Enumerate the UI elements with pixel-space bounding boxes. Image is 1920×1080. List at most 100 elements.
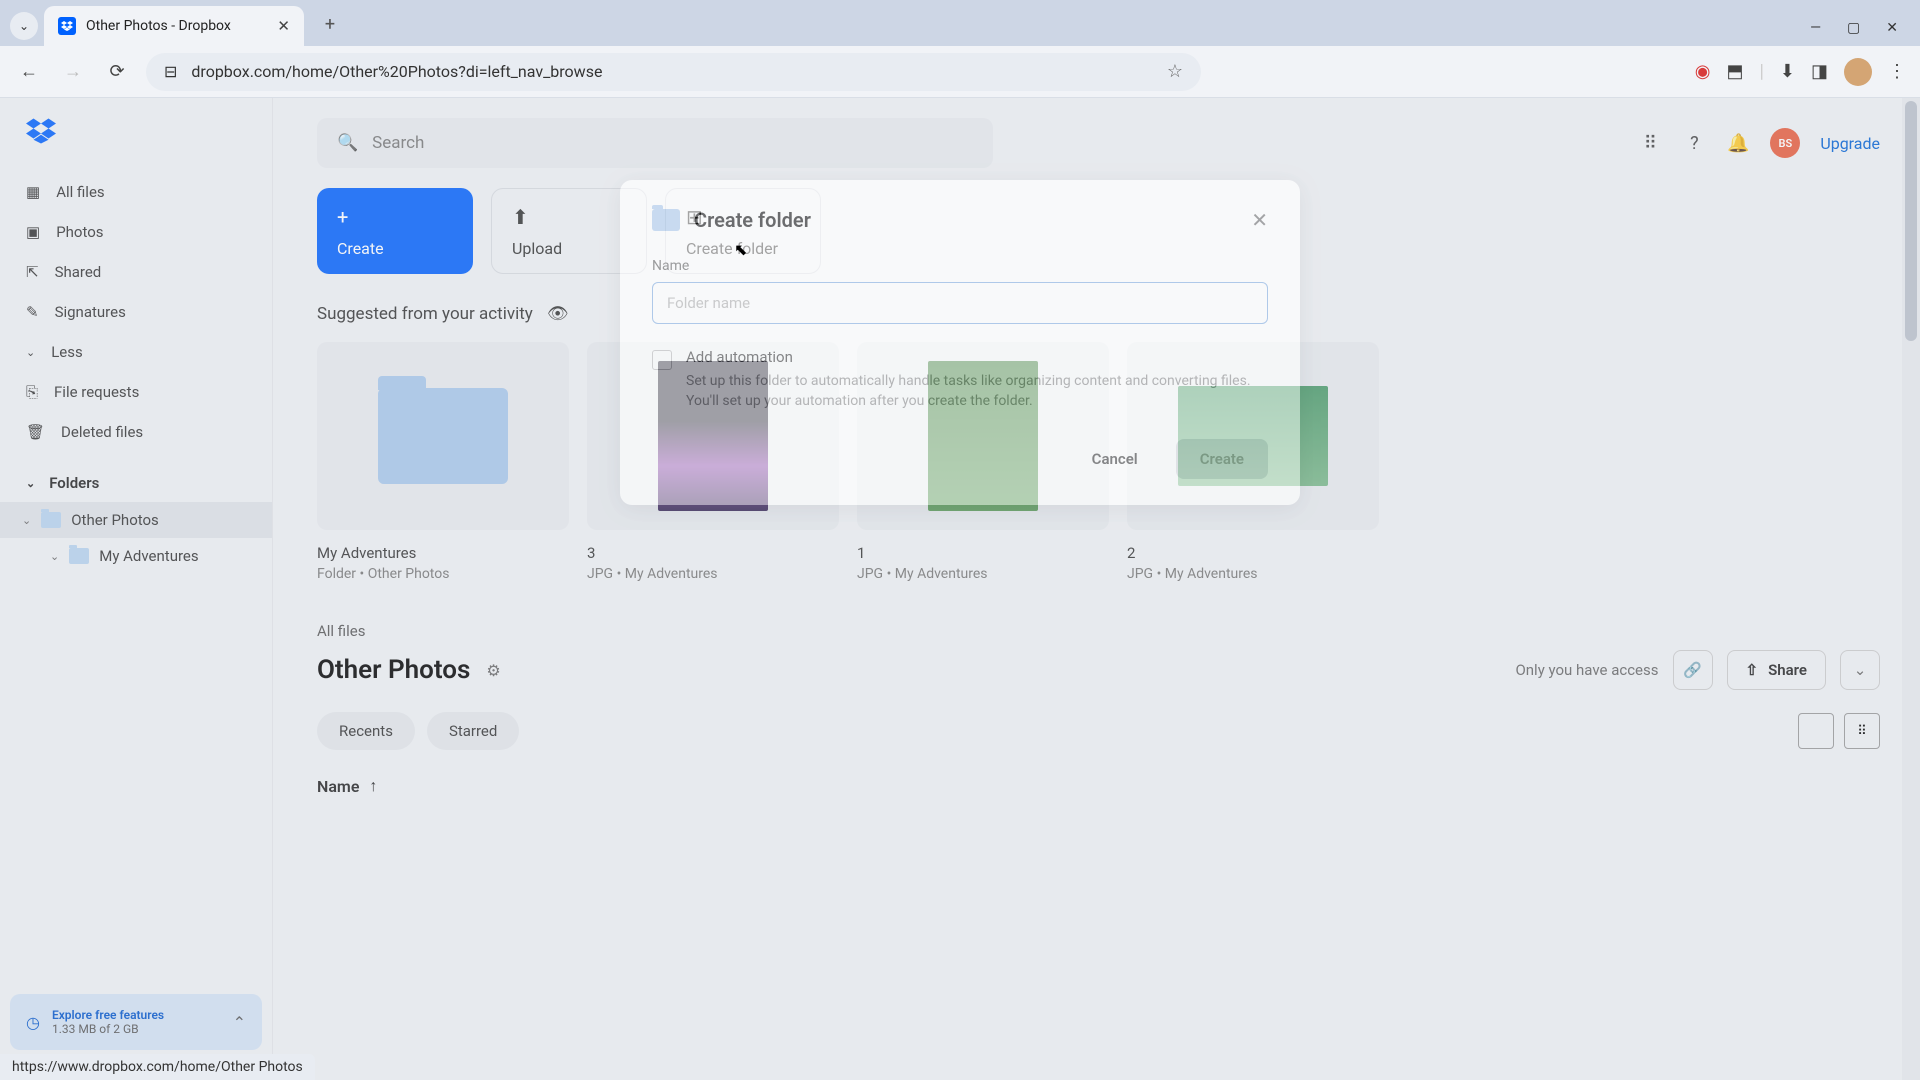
share-icon: ⇱ bbox=[26, 263, 39, 281]
grid-icon: ▦ bbox=[26, 183, 40, 201]
sidebar-item-all-files[interactable]: ▦ All files bbox=[0, 172, 272, 212]
folder-plus-icon: ⊞ bbox=[686, 205, 800, 229]
sidebar-item-signatures[interactable]: ✎Signatures bbox=[0, 292, 272, 332]
sidebar-label: Less bbox=[51, 343, 83, 361]
new-tab-button[interactable]: + bbox=[312, 6, 348, 42]
suggested-card[interactable]: 1JPG • My Adventures bbox=[857, 342, 1109, 582]
tab-close-icon[interactable]: ✕ bbox=[277, 17, 290, 35]
back-button[interactable]: ← bbox=[14, 57, 44, 87]
folder-label: My Adventures bbox=[99, 547, 198, 565]
storage-promo[interactable]: ◷ Explore free features 1.33 MB of 2 GB … bbox=[10, 994, 262, 1050]
plus-icon: + bbox=[337, 205, 453, 229]
folder-icon bbox=[41, 512, 61, 528]
sidebar-item-photos[interactable]: ▣Photos bbox=[0, 212, 272, 252]
filter-recents[interactable]: Recents bbox=[317, 712, 415, 750]
upload-button[interactable]: ⬆Upload bbox=[491, 188, 647, 274]
folders-header[interactable]: ⌄Folders bbox=[0, 460, 272, 502]
folder-tree-item[interactable]: ⌄ Other Photos bbox=[0, 502, 272, 538]
suggested-card[interactable]: 3JPG • My Adventures bbox=[587, 342, 839, 582]
file-icon: ⎘ bbox=[26, 383, 38, 401]
suggested-card[interactable]: 2JPG • My Adventures bbox=[1127, 342, 1379, 582]
suggested-card[interactable]: My AdventuresFolder • Other Photos bbox=[317, 342, 569, 582]
suggested-header: Suggested from your activity 👁 bbox=[317, 304, 1880, 324]
profile-avatar[interactable] bbox=[1844, 58, 1872, 86]
cursor-icon: ⬉ bbox=[734, 240, 747, 259]
sidebar: ▦ All files ▣Photos ⇱ Shared ✎Signatures ⌄… bbox=[0, 98, 273, 1080]
folder-icon bbox=[69, 548, 89, 564]
apps-icon[interactable]: ⠿ bbox=[1638, 131, 1662, 155]
share-button[interactable]: ⇧Share bbox=[1727, 650, 1827, 690]
sidebar-label: File requests bbox=[54, 383, 139, 401]
scrollbar[interactable] bbox=[1902, 98, 1920, 1080]
chevron-down-icon[interactable]: ⌄ bbox=[22, 514, 31, 527]
close-window-button[interactable]: ✕ bbox=[1886, 20, 1898, 36]
link-icon: 🔗 bbox=[1683, 661, 1702, 679]
sidebar-label: Deleted files bbox=[61, 423, 143, 441]
photo-thumbnail bbox=[658, 361, 768, 511]
forward-button[interactable]: → bbox=[58, 57, 88, 87]
reload-button[interactable]: ⟳ bbox=[102, 57, 132, 87]
filter-starred[interactable]: Starred bbox=[427, 712, 519, 750]
chevron-down-icon: ⌄ bbox=[26, 346, 35, 359]
maximize-button[interactable]: ▢ bbox=[1847, 20, 1860, 36]
extension-icon[interactable]: ◉ bbox=[1695, 61, 1711, 82]
column-header-name[interactable]: Name ↑ bbox=[317, 776, 1880, 804]
sidebar-item-file-requests[interactable]: ⎘ File requests bbox=[0, 372, 272, 412]
promo-title: Explore free features bbox=[52, 1008, 164, 1022]
dropbox-favicon bbox=[58, 17, 76, 35]
share-icon: ⇧ bbox=[1746, 661, 1759, 679]
tab-search-button[interactable]: ⌄ bbox=[10, 12, 38, 40]
gear-icon[interactable]: ⚙ bbox=[486, 661, 500, 680]
sidepanel-icon[interactable]: ◨ bbox=[1811, 61, 1828, 82]
dropbox-logo[interactable] bbox=[0, 118, 272, 172]
search-input[interactable]: 🔍 Search bbox=[317, 118, 993, 168]
browser-tab-strip: ⌄ Other Photos - Dropbox ✕ + ― ▢ ✕ bbox=[0, 0, 1920, 46]
site-settings-icon[interactable]: ⊟ bbox=[164, 62, 177, 81]
create-button[interactable]: +Create bbox=[317, 188, 473, 274]
sidebar-label: Shared bbox=[55, 263, 102, 281]
chevron-right-icon[interactable]: ⌄ bbox=[50, 550, 59, 563]
browser-menu-icon[interactable]: ⋮ bbox=[1888, 61, 1906, 82]
sidebar-item-deleted[interactable]: 🗑 Deleted files bbox=[0, 412, 272, 452]
copy-link-button[interactable]: 🔗 bbox=[1673, 650, 1713, 690]
minimize-button[interactable]: ― bbox=[1810, 20, 1821, 36]
main-content: 🔍 Search ⠿ ? 🔔 BS Upgrade +Create ⬆Uploa… bbox=[273, 98, 1920, 1080]
tab-title: Other Photos - Dropbox bbox=[86, 18, 267, 34]
scroll-thumb[interactable] bbox=[1905, 101, 1917, 341]
page-title: Other Photos bbox=[317, 655, 470, 685]
upgrade-link[interactable]: Upgrade bbox=[1820, 134, 1880, 153]
grid-view-button[interactable]: ⠿ bbox=[1844, 713, 1880, 749]
breadcrumb[interactable]: All files bbox=[317, 622, 1880, 640]
sidebar-label: Photos bbox=[56, 223, 103, 241]
sidebar-item-less[interactable]: ⌄ Less bbox=[0, 332, 272, 372]
list-view-button[interactable] bbox=[1798, 713, 1834, 749]
chevron-up-icon[interactable]: ⌃ bbox=[233, 1013, 246, 1032]
search-icon: 🔍 bbox=[337, 133, 358, 153]
chevron-down-icon: ⌄ bbox=[1854, 661, 1867, 679]
help-icon[interactable]: ? bbox=[1682, 131, 1706, 155]
create-folder-button[interactable]: ⊞Create folder bbox=[665, 188, 821, 274]
pen-icon: ✎ bbox=[26, 303, 39, 321]
photo-thumbnail bbox=[928, 361, 1038, 511]
folder-tree-item[interactable]: ⌄ My Adventures bbox=[0, 538, 272, 574]
browser-tab[interactable]: Other Photos - Dropbox ✕ bbox=[44, 6, 304, 46]
bookmark-icon[interactable]: ☆ bbox=[1167, 61, 1183, 82]
clock-icon: ◷ bbox=[26, 1013, 40, 1032]
share-menu-button[interactable]: ⌄ bbox=[1840, 650, 1880, 690]
extensions-menu-icon[interactable]: ⬒ bbox=[1726, 61, 1743, 82]
upload-icon: ⬆ bbox=[512, 205, 626, 229]
account-avatar[interactable]: BS bbox=[1770, 128, 1800, 158]
status-bar: https://www.dropbox.com/home/Other Photo… bbox=[0, 1054, 315, 1080]
downloads-icon[interactable]: ⬇ bbox=[1780, 61, 1795, 82]
sort-asc-icon: ↑ bbox=[369, 776, 377, 796]
eye-icon[interactable]: 👁 bbox=[547, 304, 569, 324]
folder-label: Other Photos bbox=[71, 511, 159, 529]
search-placeholder: Search bbox=[372, 133, 424, 153]
notifications-icon[interactable]: 🔔 bbox=[1726, 131, 1750, 155]
trash-icon: 🗑 bbox=[26, 423, 45, 441]
sidebar-label: All files bbox=[56, 183, 104, 201]
address-bar[interactable]: ⊟ dropbox.com/home/Other%20Photos?di=lef… bbox=[146, 53, 1201, 91]
url-text: dropbox.com/home/Other%20Photos?di=left_… bbox=[191, 62, 602, 81]
sidebar-item-shared[interactable]: ⇱ Shared bbox=[0, 252, 272, 292]
promo-storage: 1.33 MB of 2 GB bbox=[52, 1022, 164, 1036]
